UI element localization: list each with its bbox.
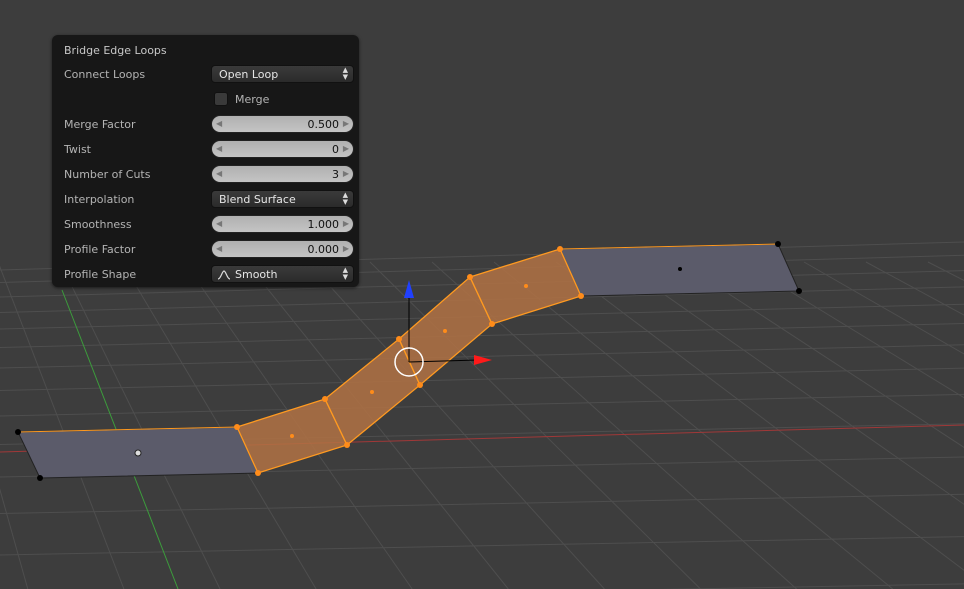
vertex[interactable] [234,424,240,430]
vertex[interactable] [344,442,350,448]
interpolation-row: Interpolation Blend Surface ▲ ▼ [52,190,359,210]
vertex[interactable] [796,288,802,294]
decrement-arrow-icon[interactable]: ◀ [216,219,222,228]
merge-row: Merge [52,90,359,110]
profile-shape-value: Smooth [235,268,278,281]
grid-line [0,488,29,589]
connect-loops-value: Open Loop [219,68,279,81]
operator-redo-panel: Bridge Edge Loops Connect Loops Open Loo… [52,35,359,287]
face-dot [443,329,447,333]
z-arrow-icon[interactable] [404,280,414,298]
grid-line [0,536,964,556]
interpolation-dropdown[interactable]: Blend Surface ▲ ▼ [211,190,354,208]
merge-checkbox[interactable] [214,92,228,106]
twist-row: Twist ◀ 0 ▶ [52,140,359,160]
smoothness-field[interactable]: ◀ 1.000 ▶ [211,215,354,233]
interpolation-label: Interpolation [64,193,135,206]
vertex[interactable] [322,396,328,402]
grid-line [0,393,964,417]
merge-factor-label: Merge Factor [64,118,136,131]
vertex[interactable] [15,429,21,435]
number-of-cuts-value: 3 [332,168,339,181]
decrement-arrow-icon[interactable]: ◀ [216,244,222,253]
increment-arrow-icon[interactable]: ▶ [343,244,349,253]
updown-arrows-icon: ▲ ▼ [342,66,348,81]
merge-factor-value: 0.500 [307,118,340,131]
twist-field[interactable]: ◀ 0 ▶ [211,140,354,158]
smoothness-row: Smoothness ◀ 1.000 ▶ [52,215,359,235]
number-of-cuts-field[interactable]: ◀ 3 ▶ [211,165,354,183]
smoothness-value: 1.000 [307,218,340,231]
vertex[interactable] [37,475,43,481]
number-of-cuts-row: Number of Cuts ◀ 3 ▶ [52,165,359,185]
updown-arrows-icon: ▲ ▼ [342,191,348,206]
vertex[interactable] [775,241,781,247]
smooth-curve-icon [217,270,231,280]
vertex[interactable] [255,470,261,476]
vertex[interactable] [467,274,473,280]
increment-arrow-icon[interactable]: ▶ [343,169,349,178]
smoothness-label: Smoothness [64,218,132,231]
increment-arrow-icon[interactable]: ▶ [343,119,349,128]
vertex[interactable] [489,321,495,327]
vertex[interactable] [396,336,402,342]
vertex[interactable] [417,382,423,388]
profile-factor-field[interactable]: ◀ 0.000 ▶ [211,240,354,258]
grid-line [657,583,964,589]
face-dot [370,390,374,394]
vertex[interactable] [578,293,584,299]
3d-cursor-dot [134,449,142,457]
increment-arrow-icon[interactable]: ▶ [343,144,349,153]
face-dot [678,267,682,271]
connect-loops-label: Connect Loops [64,68,146,81]
profile-shape-dropdown[interactable]: Smooth ▲ ▼ [211,265,354,283]
face-dot [524,284,528,288]
twist-label: Twist [64,143,91,156]
profile-factor-value: 0.000 [307,243,340,256]
grid-line [59,261,221,589]
interpolation-value: Blend Surface [219,193,296,206]
connect-loops-row: Connect Loops Open Loop ▲ ▼ [52,65,359,85]
decrement-arrow-icon[interactable]: ◀ [216,169,222,178]
merge-factor-row: Merge Factor ◀ 0.500 ▶ [52,115,359,135]
profile-shape-row: Profile Shape Smooth ▲ ▼ [52,265,359,285]
merge-label[interactable]: Merge [235,93,269,106]
panel-title: Bridge Edge Loops [64,44,167,57]
decrement-arrow-icon[interactable]: ◀ [216,119,222,128]
updown-arrows-icon: ▲ ▼ [342,266,348,281]
connect-loops-dropdown[interactable]: Open Loop ▲ ▼ [211,65,354,83]
vertex[interactable] [557,246,563,252]
grid-line [0,367,964,391]
twist-value: 0 [332,143,339,156]
merge-factor-field[interactable]: ◀ 0.500 ▶ [211,115,354,133]
face-dot [290,434,294,438]
profile-factor-label: Profile Factor [64,243,136,256]
number-of-cuts-label: Number of Cuts [64,168,151,181]
increment-arrow-icon[interactable]: ▶ [343,219,349,228]
grid-line [0,344,964,369]
profile-shape-label: Profile Shape [64,268,137,281]
decrement-arrow-icon[interactable]: ◀ [216,144,222,153]
profile-factor-row: Profile Factor ◀ 0.000 ▶ [52,240,359,260]
